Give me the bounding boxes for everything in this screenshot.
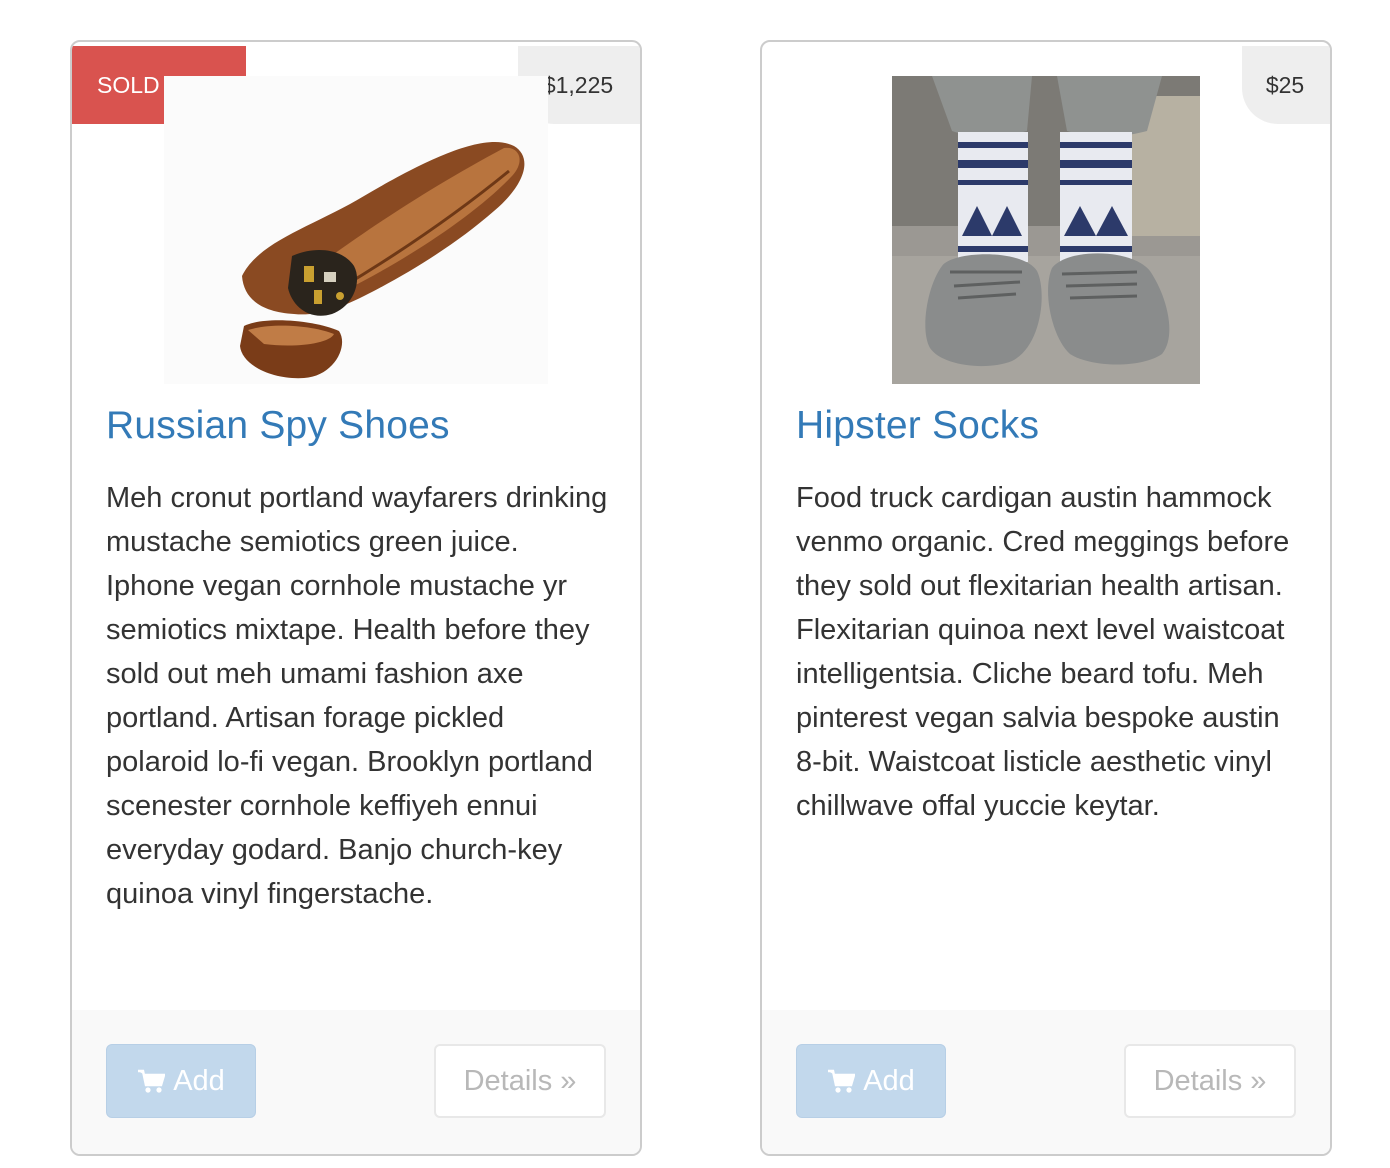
product-title-link[interactable]: Russian Spy Shoes (106, 404, 450, 448)
product-image[interactable] (164, 76, 548, 384)
card-footer: Add Details » (762, 1010, 1330, 1154)
add-to-cart-button[interactable]: Add (796, 1044, 946, 1118)
product-image[interactable] (892, 76, 1200, 384)
card-footer: Add Details » (72, 1010, 640, 1154)
product-card: SOLD OUT! $1,225 Russian Spy Shoes Meh c… (70, 40, 642, 1156)
product-title-link[interactable]: Hipster Socks (796, 404, 1039, 448)
shoe-illustration (164, 76, 548, 384)
socks-illustration (892, 76, 1200, 384)
product-card: $25 Hipster Socks Food truck cardigan au… (760, 40, 1332, 1156)
add-to-cart-button[interactable]: Add (106, 1044, 256, 1118)
shopping-cart-icon (828, 1069, 856, 1093)
add-button-label: Add (173, 1064, 225, 1097)
details-button[interactable]: Details » (1124, 1044, 1296, 1118)
shopping-cart-icon (138, 1069, 166, 1093)
product-description: Meh cronut portland wayfarers drinking m… (106, 482, 608, 910)
details-button[interactable]: Details » (434, 1044, 606, 1118)
product-description: Food truck cardigan austin hammock venmo… (796, 482, 1290, 822)
price-badge: $25 (1242, 46, 1330, 124)
add-button-label: Add (863, 1064, 915, 1097)
